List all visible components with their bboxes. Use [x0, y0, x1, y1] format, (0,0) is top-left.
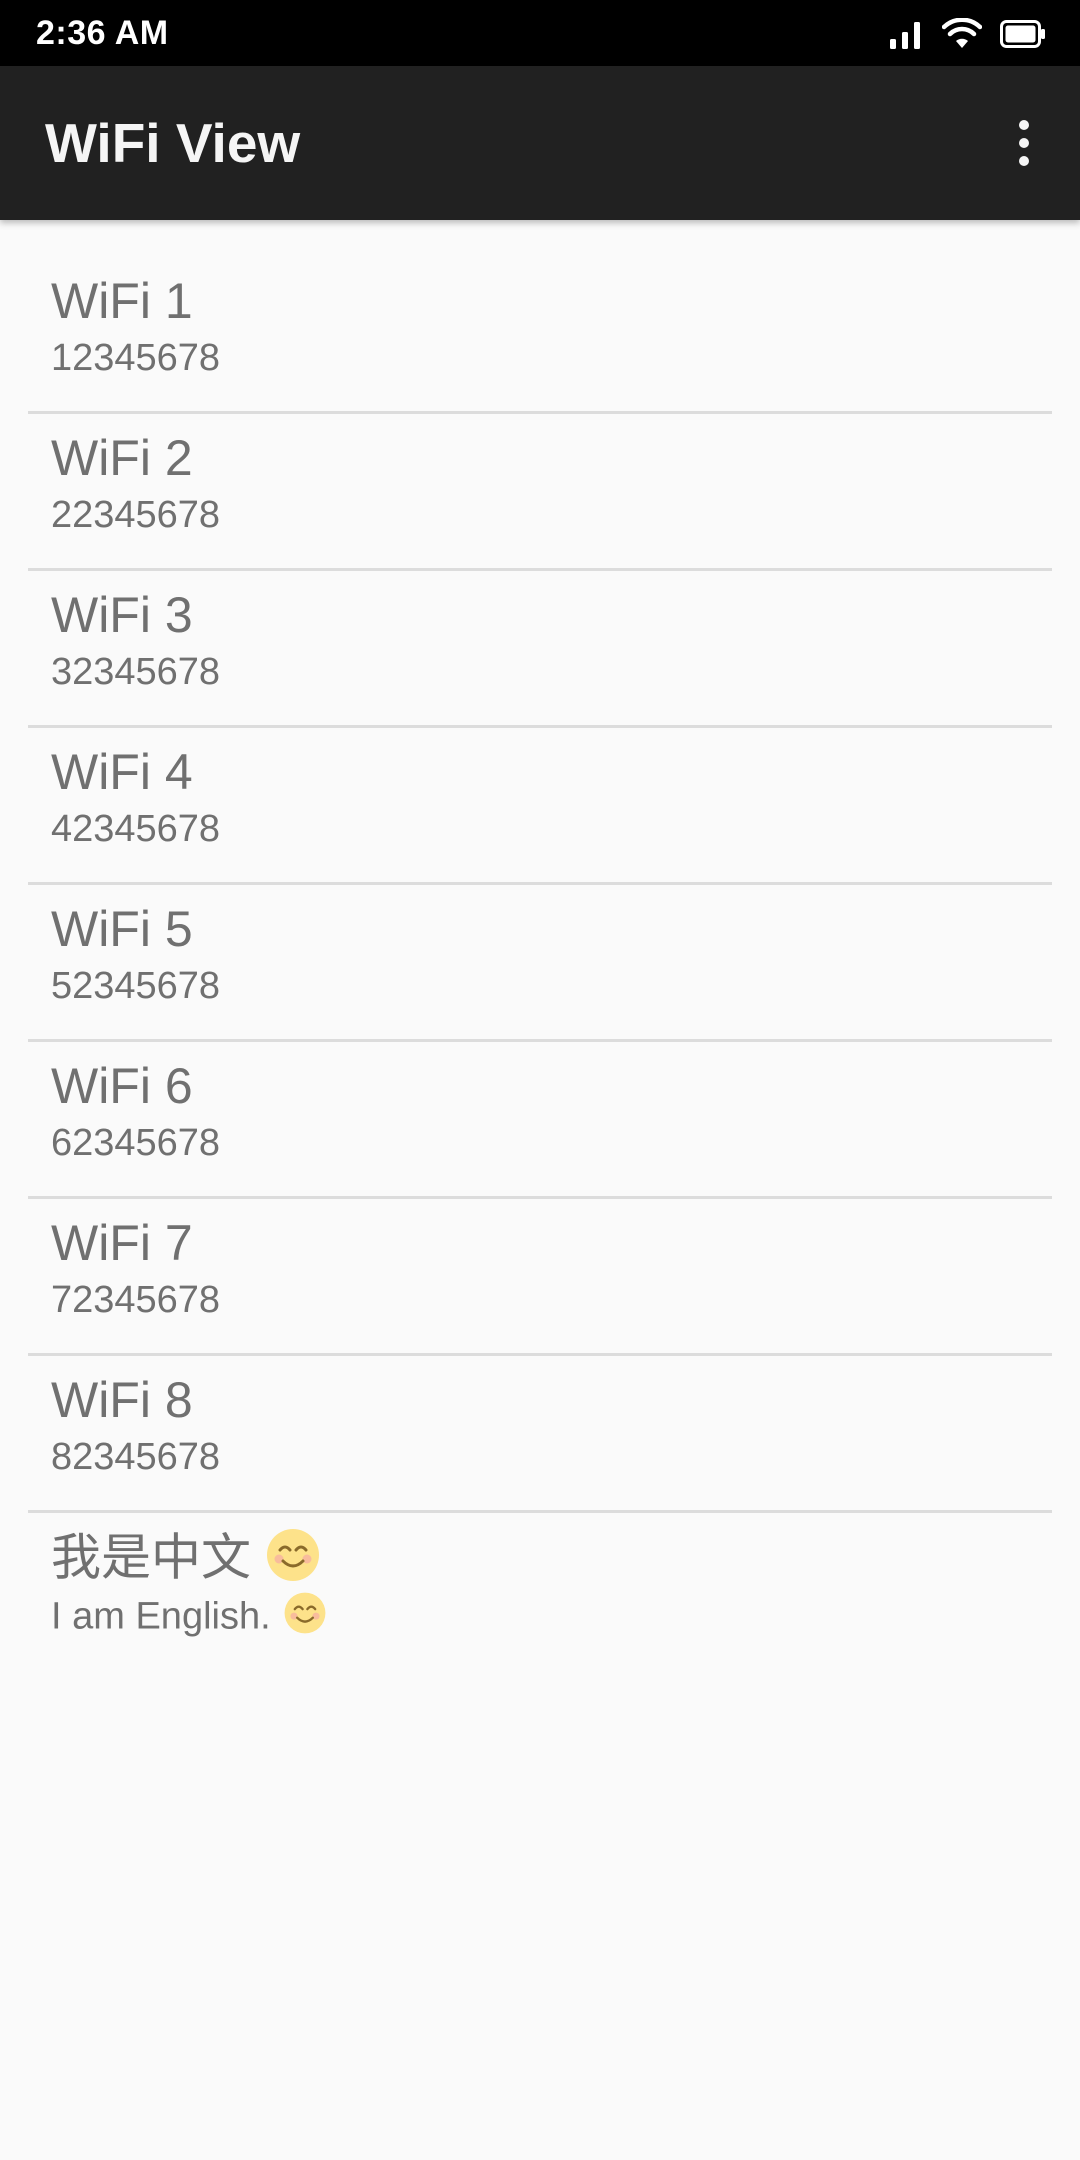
- more-vert-icon[interactable]: [978, 97, 1070, 189]
- list-item[interactable]: WiFi 7 72345678: [28, 1199, 1052, 1356]
- item-subtitle: 22345678: [51, 494, 221, 536]
- list-item[interactable]: WiFi 5 52345678: [28, 885, 1052, 1042]
- list-item[interactable]: WiFi 2 22345678: [28, 414, 1052, 571]
- item-subtitle: 82345678: [51, 1436, 221, 1478]
- smiling-face-icon: [283, 1591, 327, 1646]
- item-title: WiFi 6: [51, 1058, 193, 1114]
- list-item[interactable]: WiFi 1 12345678: [28, 257, 1052, 414]
- item-subtitle: 12345678: [51, 337, 221, 379]
- item-title-row: 我是中文: [51, 1527, 321, 1596]
- list-item[interactable]: WiFi 4 42345678: [28, 728, 1052, 885]
- app-bar: WiFi View: [0, 66, 1080, 220]
- wifi-list: WiFi 1 12345678 WiFi 2 22345678 WiFi 3 3…: [0, 220, 1080, 1670]
- list-item[interactable]: WiFi 3 32345678: [28, 571, 1052, 728]
- item-subtitle-row: I am English.: [51, 1591, 327, 1646]
- list-item[interactable]: 我是中文 I am English.: [28, 1513, 1052, 1670]
- item-title: WiFi 3: [51, 587, 193, 643]
- item-title: WiFi 1: [51, 273, 193, 329]
- item-subtitle: 72345678: [51, 1279, 221, 1321]
- item-title: WiFi 7: [51, 1215, 193, 1271]
- item-subtitle: 42345678: [51, 808, 221, 850]
- list-item[interactable]: WiFi 8 82345678: [28, 1356, 1052, 1513]
- item-title: WiFi 5: [51, 901, 193, 957]
- app-title: WiFi View: [45, 112, 301, 174]
- item-title: WiFi 8: [51, 1372, 193, 1428]
- status-time: 2:36 AM: [36, 14, 169, 52]
- item-subtitle: 62345678: [51, 1122, 221, 1164]
- smiling-face-icon: [265, 1527, 321, 1596]
- signal-icon: [888, 19, 924, 49]
- status-bar: 2:36 AM: [0, 0, 1080, 66]
- item-subtitle: I am English.: [51, 1595, 271, 1638]
- item-title: WiFi 4: [51, 744, 193, 800]
- item-subtitle: 52345678: [51, 965, 221, 1007]
- wifi-icon: [942, 18, 982, 50]
- item-subtitle: 32345678: [51, 651, 221, 693]
- item-title: 我是中文: [51, 1529, 251, 1586]
- item-title: WiFi 2: [51, 430, 193, 486]
- status-icons: [888, 14, 1046, 54]
- battery-icon: [1000, 20, 1046, 48]
- list-item[interactable]: WiFi 6 62345678: [28, 1042, 1052, 1199]
